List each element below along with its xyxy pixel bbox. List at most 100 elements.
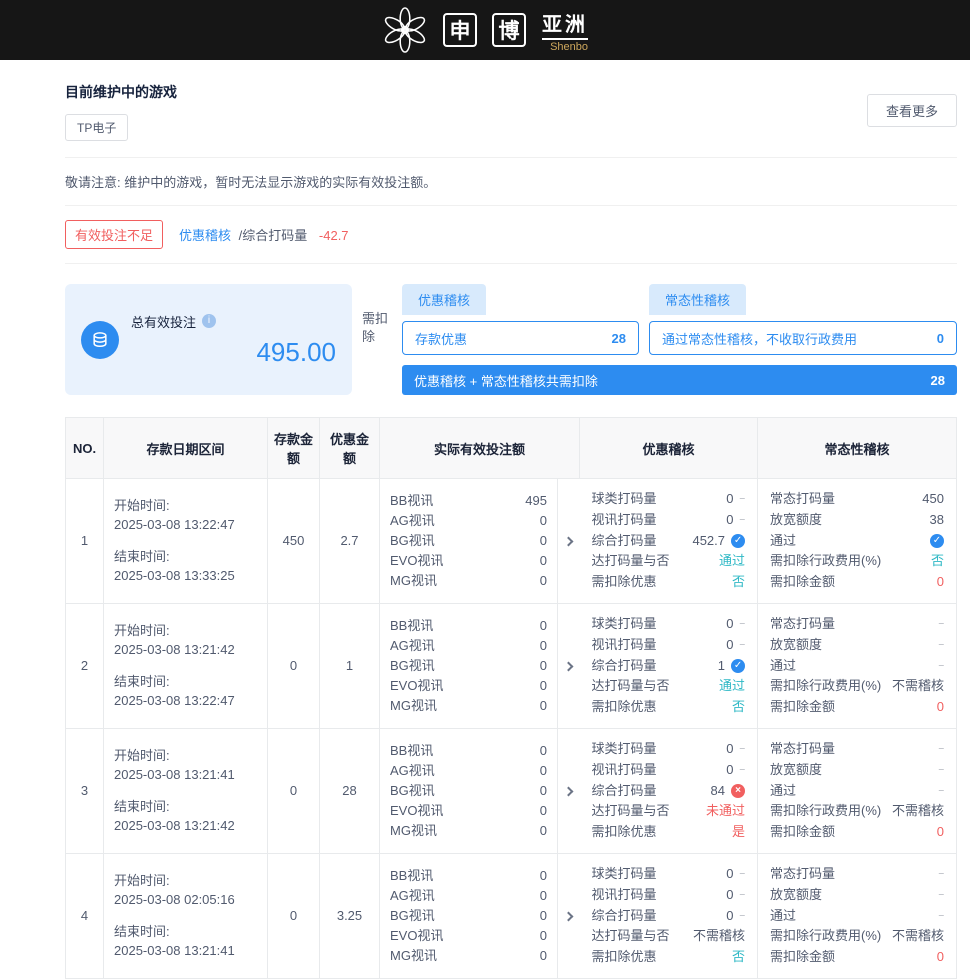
expand-cell: [558, 479, 580, 604]
bet-value: 0: [540, 676, 547, 696]
audit-label: 球类打码量: [592, 739, 727, 760]
table-header-row: NO. 存款日期区间 存款金额 优惠金额 实际有效投注额 优惠稽核 常态性稽核: [66, 418, 957, 479]
audit-label: 需扣除金额: [770, 697, 937, 718]
audit-line: 综合打码量452.7✓: [592, 531, 746, 552]
audit-table: NO. 存款日期区间 存款金额 优惠金额 实际有效投注额 优惠稽核 常态性稽核 …: [65, 417, 957, 979]
expand-chevron-icon[interactable]: [564, 662, 574, 672]
audit-label: 需扣除优惠: [592, 697, 732, 718]
tab-normal-audit[interactable]: 常态性稽核: [649, 284, 746, 315]
dash-icon: –: [938, 742, 944, 756]
audit-line: 常态打码量–: [770, 614, 944, 635]
end-time-value: 2025-03-08 13:21:41: [114, 941, 257, 961]
expand-chevron-icon[interactable]: [564, 537, 574, 547]
audit-label: 需扣除金额: [770, 822, 937, 843]
start-time-label: 开始时间:: [114, 871, 257, 891]
end-time-label: 结束时间:: [114, 672, 257, 692]
bet-line: EVO视讯0: [390, 551, 547, 571]
total-valid-bet-label: 总有效投注: [131, 312, 196, 331]
audit-value: 否: [732, 572, 745, 593]
col-actual-bets: 实际有效投注额: [380, 418, 580, 479]
dash-icon: –: [938, 784, 944, 798]
audit-value: 0: [726, 614, 733, 635]
audit-value: 不需稽核: [693, 926, 745, 947]
bet-value: 0: [540, 946, 547, 966]
view-more-button[interactable]: 查看更多: [867, 94, 957, 127]
dash-icon: –: [739, 638, 745, 652]
maintenance-notice: 敬请注意: 维护中的游戏，暂时无法显示游戏的实际有效投注额。: [65, 158, 957, 206]
end-time-value: 2025-03-08 13:22:47: [114, 691, 257, 711]
expand-chevron-icon[interactable]: [564, 787, 574, 797]
audit-line: 放宽额度–: [770, 885, 944, 906]
dash-icon: –: [739, 742, 745, 756]
bonus-amount-cell: 3.25: [320, 853, 380, 978]
brand-char-1: 申: [443, 13, 477, 47]
audit-line: 常态打码量450: [770, 489, 944, 510]
expand-chevron-icon[interactable]: [564, 912, 574, 922]
audit-label: 放宽额度: [770, 635, 938, 656]
audit-label: 达打码量与否: [592, 801, 706, 822]
audit-value: 0: [726, 635, 733, 656]
audit-label: 视讯打码量: [592, 760, 727, 781]
audit-line: 放宽额度–: [770, 760, 944, 781]
dash-icon: –: [938, 638, 944, 652]
row-no-cell: 4: [66, 853, 104, 978]
audit-label: 综合打码量: [592, 656, 718, 677]
tab-promo-audit[interactable]: 优惠稽核: [402, 284, 486, 315]
normal-audit-box-value: 0: [937, 331, 944, 346]
audit-label: 达打码量与否: [592, 676, 719, 697]
audit-label: 需扣除金额: [770, 572, 937, 593]
audit-label: 需扣除优惠: [592, 572, 732, 593]
dash-icon: –: [938, 909, 944, 923]
audit-line: 需扣除金额0: [770, 822, 944, 843]
audit-label: 常态打码量: [770, 864, 938, 885]
start-time-label: 开始时间:: [114, 496, 257, 516]
dash-icon: –: [739, 909, 745, 923]
end-time-value: 2025-03-08 13:21:42: [114, 816, 257, 836]
bet-value: 0: [540, 551, 547, 571]
dash-icon: –: [739, 617, 745, 631]
audit-label: 球类打码量: [592, 614, 727, 635]
audit-label: 视讯打码量: [592, 510, 727, 531]
bet-game-name: BG视讯: [390, 531, 435, 551]
cross-icon: ×: [731, 784, 745, 798]
audit-line: 视讯打码量0–: [592, 635, 746, 656]
info-icon[interactable]: i: [202, 314, 216, 328]
dash-icon: –: [938, 763, 944, 777]
audit-value: 452.7: [692, 531, 725, 552]
audit-line: 球类打码量0–: [592, 614, 746, 635]
audit-boxes: 存款优惠 28 通过常态性稽核，不收取行政费用 0: [402, 321, 957, 355]
bet-line: MG视讯0: [390, 696, 547, 716]
check-icon: ✓: [731, 534, 745, 548]
bonus-amount-cell: 2.7: [320, 479, 380, 604]
total-valid-bet-value: 495.00: [131, 337, 336, 368]
row-no-cell: 1: [66, 479, 104, 604]
start-time-value: 2025-03-08 02:05:16: [114, 890, 257, 910]
dash-icon: –: [739, 513, 745, 527]
total-valid-bet-card: 总有效投注 i 495.00: [65, 284, 352, 395]
audit-line: 需扣除行政费用(%)不需稽核: [770, 801, 944, 822]
audit-value: 不需稽核: [892, 926, 944, 947]
audit-value: 1: [718, 656, 725, 677]
bonus-amount-cell: 28: [320, 728, 380, 853]
audit-line: 需扣除优惠否: [592, 947, 746, 968]
bet-line: AG视讯0: [390, 511, 547, 531]
total-deduction-label: 优惠稽核 + 常态性稽核共需扣除: [414, 371, 598, 390]
normal-audit-box-label: 通过常态性稽核，不收取行政费用: [662, 329, 857, 348]
bet-game-name: BB视讯: [390, 616, 433, 636]
audit-line: 需扣除金额0: [770, 947, 944, 968]
audit-line: 需扣除行政费用(%)否: [770, 551, 944, 572]
coins-icon: [81, 321, 119, 359]
audit-line: 需扣除行政费用(%)不需稽核: [770, 676, 944, 697]
bet-value: 0: [540, 656, 547, 676]
deposit-amount-cell: 0: [268, 853, 320, 978]
normal-audit-cell: 常态打码量–放宽额度–通过–需扣除行政费用(%)不需稽核需扣除金额0: [758, 853, 957, 978]
audit-value: 不需稽核: [892, 676, 944, 697]
actual-bets-cell: BB视讯0AG视讯0BG视讯0EVO视讯0MG视讯0: [380, 728, 558, 853]
bet-line: MG视讯0: [390, 946, 547, 966]
promo-audit-link[interactable]: 优惠稽核: [179, 228, 231, 243]
row-no-cell: 3: [66, 728, 104, 853]
audit-label: 常态打码量: [770, 739, 938, 760]
audit-label: 通过: [770, 656, 938, 677]
audit-line: 放宽额度38: [770, 510, 944, 531]
table-row: 3 开始时间: 2025-03-08 13:21:41 结束时间: 2025-0…: [66, 728, 957, 853]
